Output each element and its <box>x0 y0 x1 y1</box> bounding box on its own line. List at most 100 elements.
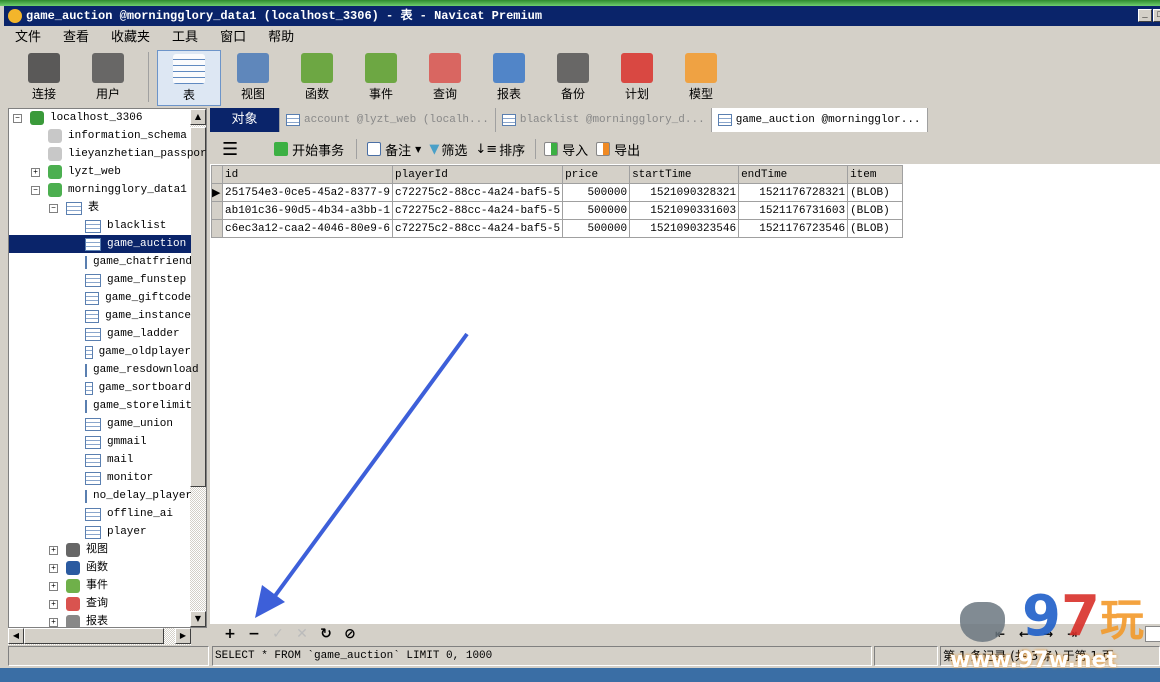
cell-id[interactable]: c6ec3a12-caa2-4046-80e9-6 <box>221 219 394 238</box>
toolbar-report-button[interactable]: 报表 <box>477 50 541 106</box>
table-row[interactable]: ▶ 251754e3-0ce5-45a2-8377-9 c72275c2-88cc-… <box>211 183 904 202</box>
tree-toggle-expand-icon[interactable]: + <box>49 599 58 609</box>
cell-playerId[interactable]: c72275c2-88cc-4a24-baf5-5 <box>392 219 564 238</box>
tab-table[interactable]: account @lyzt_web (localh... <box>280 108 496 132</box>
maximize-button[interactable]: □ <box>1153 9 1160 22</box>
row-marker[interactable] <box>211 219 223 238</box>
minimize-button[interactable]: _ <box>1138 9 1152 22</box>
toolbar-user-button[interactable]: 用户 <box>76 50 140 106</box>
cell-item[interactable]: (BLOB) <box>847 201 904 220</box>
toolbar-event-clock-button[interactable]: 事件 <box>349 50 413 106</box>
cell-startTime[interactable]: 1521090328321 <box>629 183 740 202</box>
tree-item[interactable]: game_union <box>9 415 191 433</box>
cell-playerId[interactable]: c72275c2-88cc-4a24-baf5-5 <box>392 201 564 220</box>
export-button[interactable]: 导出 <box>596 140 640 159</box>
scroll-thumb[interactable] <box>190 127 206 487</box>
refresh-button[interactable]: ↻ <box>314 626 338 642</box>
tree-item[interactable]: game_instance <box>9 307 191 325</box>
toolbar-function-button[interactable]: 函数 <box>285 50 349 106</box>
tree-toggle-expand-icon[interactable]: + <box>49 563 58 573</box>
grid-view-icon[interactable] <box>1145 626 1160 642</box>
tree-item[interactable]: + 报表 <box>49 613 108 627</box>
column-header-price[interactable]: price <box>562 165 631 184</box>
cancel-button[interactable]: ✕ <box>290 626 314 642</box>
tree-item[interactable]: no_delay_player <box>9 487 192 505</box>
menu-item[interactable]: 文件 <box>4 28 52 48</box>
tree-item[interactable]: game_oldplayer <box>9 343 191 361</box>
cell-item[interactable]: (BLOB) <box>847 219 904 238</box>
column-header-item[interactable]: item <box>847 165 904 184</box>
tree-item[interactable]: game_auction <box>9 235 191 253</box>
tree-toggle-collapse-icon[interactable]: − <box>13 113 22 123</box>
tree-item[interactable]: lieyanzhetian_passport <box>31 145 206 163</box>
chevron-down-icon[interactable]: ▼ <box>415 145 421 154</box>
tree-item[interactable]: game_funstep <box>9 271 191 289</box>
apply-button[interactable]: ✓ <box>266 626 290 642</box>
cell-price[interactable]: 500000 <box>562 219 631 238</box>
memo-button[interactable]: 备注 ▼ <box>367 140 421 159</box>
stop-button[interactable]: ⊘ <box>338 626 362 642</box>
table-row[interactable]: ab101c36-90d5-4b34-a3bb-1 c72275c2-88cc-4… <box>211 201 904 220</box>
tree-horizontal-scrollbar[interactable]: ◀ ▶ <box>8 628 191 645</box>
tree-item[interactable]: player <box>9 523 191 541</box>
toolbar-query-button[interactable]: 查询 <box>413 50 477 106</box>
toolbar-table-button[interactable]: 表 <box>157 50 221 106</box>
tree-toggle-expand-icon[interactable]: + <box>49 581 58 591</box>
cell-playerId[interactable]: c72275c2-88cc-4a24-baf5-5 <box>392 183 564 202</box>
tree-toggle-expand-icon[interactable]: + <box>49 545 58 555</box>
tree-item[interactable]: game_resdownload <box>9 361 199 379</box>
column-header-endTime[interactable]: endTime <box>738 165 849 184</box>
menu-item[interactable]: 帮助 <box>257 28 305 48</box>
begin-transaction-button[interactable]: 开始事务 <box>274 140 344 159</box>
toolbar-plug-server-button[interactable]: 连接 <box>12 50 76 106</box>
cell-price[interactable]: 500000 <box>562 201 631 220</box>
add-record-button[interactable]: + <box>218 626 242 642</box>
scroll-right-button[interactable]: ▶ <box>175 628 191 644</box>
menu-icon[interactable]: ☰ <box>222 139 238 160</box>
tab-table[interactable]: game_auction @morningglor... <box>711 108 928 132</box>
scroll-down-button[interactable]: ▼ <box>190 611 206 627</box>
import-button[interactable]: 导入 <box>544 140 588 159</box>
toolbar-schedule-calendar-button[interactable]: 计划 <box>605 50 669 106</box>
menu-item[interactable]: 收藏夹 <box>100 28 161 48</box>
tree-toggle-expand-icon[interactable]: + <box>31 167 40 177</box>
row-marker[interactable] <box>211 201 223 220</box>
tree-item[interactable]: gmmail <box>9 433 191 451</box>
table-row[interactable]: c6ec3a12-caa2-4046-80e9-6 c72275c2-88cc-4… <box>211 219 904 238</box>
tree-item[interactable]: − morningglory_data1 <box>31 181 187 199</box>
column-header-playerId[interactable]: playerId <box>392 165 564 184</box>
tab-table[interactable]: blacklist @morningglory_d... <box>496 108 712 132</box>
tree-toggle-expand-icon[interactable]: + <box>49 617 58 627</box>
row-marker[interactable]: ▶ <box>211 183 223 202</box>
column-header-id[interactable]: id <box>221 165 394 184</box>
sort-button[interactable]: ↓≡ 排序 <box>475 140 525 159</box>
tree-item[interactable]: mail <box>9 451 191 469</box>
tree-item[interactable]: − 表 <box>49 199 99 217</box>
tree-item[interactable]: game_ladder <box>9 325 191 343</box>
object-tree[interactable]: ▲ ▼ − localhost_3306 information_schema lie… <box>8 108 207 628</box>
tree-item[interactable]: + 视图 <box>49 541 108 559</box>
toolbar-model-button[interactable]: 模型 <box>669 50 733 106</box>
tree-item[interactable]: + lyzt_web <box>31 163 121 181</box>
tree-item[interactable]: blacklist <box>9 217 191 235</box>
tree-item[interactable]: + 事件 <box>49 577 108 595</box>
cell-id[interactable]: 251754e3-0ce5-45a2-8377-9 <box>221 183 394 202</box>
delete-record-button[interactable]: − <box>242 626 266 642</box>
menu-item[interactable]: 查看 <box>52 28 100 48</box>
tree-item[interactable]: + 函数 <box>49 559 108 577</box>
tree-toggle-collapse-icon[interactable]: − <box>31 185 40 195</box>
toolbar-view-glasses-button[interactable]: 视图 <box>221 50 285 106</box>
tree-toggle-collapse-icon[interactable]: − <box>49 203 58 213</box>
cell-id[interactable]: ab101c36-90d5-4b34-a3bb-1 <box>221 201 394 220</box>
tree-item[interactable]: information_schema <box>31 127 187 145</box>
tree-item[interactable]: monitor <box>9 469 191 487</box>
hscroll-thumb[interactable] <box>24 628 164 644</box>
tree-item[interactable]: offline_ai <box>9 505 191 523</box>
column-header-startTime[interactable]: startTime <box>629 165 740 184</box>
cell-startTime[interactable]: 1521090323546 <box>629 219 740 238</box>
cell-startTime[interactable]: 1521090331603 <box>629 201 740 220</box>
tree-item[interactable]: game_storelimit <box>9 397 192 415</box>
tree-item[interactable]: + 查询 <box>49 595 108 613</box>
cell-endTime[interactable]: 1521176723546 <box>738 219 849 238</box>
toolbar-backup-tape-button[interactable]: 备份 <box>541 50 605 106</box>
